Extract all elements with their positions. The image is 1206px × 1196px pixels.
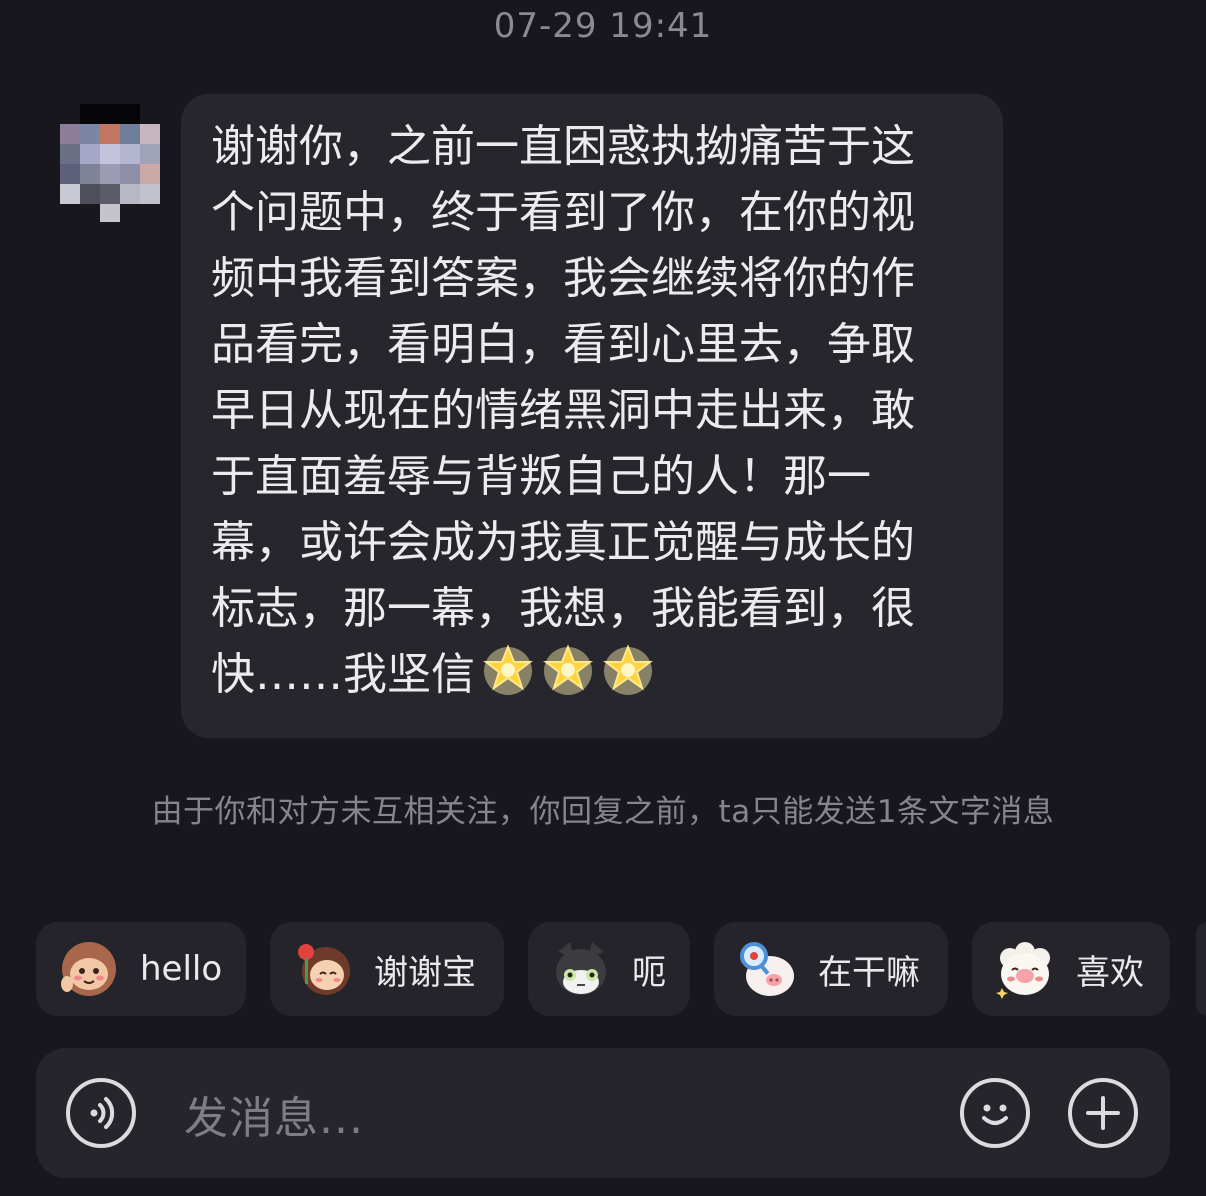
message-composer: 发消息... [36, 1048, 1170, 1178]
message-timestamp: 07-29 19:41 [493, 6, 713, 46]
message-bubble[interactable]: 谢谢你，之前一直困惑执拗痛苦于这 个问题中，终于看到了你，在你的视 频中我看到答… [181, 94, 1003, 738]
plus-icon [1086, 1096, 1120, 1130]
emoji-icon [982, 1104, 1008, 1125]
chat-screen: 07-29 19:41 谢谢你，之前一直困惑执拗痛苦于这 个问题中，终于看到了你… [0, 0, 1206, 1196]
sender-avatar[interactable] [60, 104, 160, 224]
shy-sheep-sticker-icon [996, 942, 1050, 999]
message-line: 标志，那一幕，我想，我能看到，很 [211, 583, 915, 634]
girl-with-rose-sticker-icon [298, 944, 350, 995]
magnifier-pig-sticker-icon [740, 942, 794, 996]
message-line: 幕，或许会成为我真正觉醒与成长的 [211, 517, 915, 568]
quick-reply-label: 谢谢宝 [374, 952, 476, 993]
quick-reply-label: 喜欢 [1076, 952, 1144, 993]
emoji-button[interactable] [960, 1078, 1030, 1148]
quick-reply-bar: hello 谢谢宝 呃 在干嘛 喜欢 [0, 922, 1206, 1016]
glowing-star-icon [603, 644, 653, 695]
voice-button[interactable] [66, 1078, 136, 1148]
quick-reply-label: 在干嘛 [818, 952, 920, 993]
message-line: 个问题中，终于看到了你，在你的视 [211, 187, 915, 238]
message-last-line: 快……我坚信 [211, 642, 973, 708]
quick-reply-overflow[interactable] [1196, 922, 1206, 1016]
quick-reply-whatsup[interactable]: 在干嘛 [714, 922, 948, 1016]
message-line: 品看完，看明白，看到心里去，争取 [211, 319, 915, 370]
glowing-star-icon [483, 644, 533, 695]
speechless-cat-sticker-icon [556, 942, 606, 995]
message-input[interactable]: 发消息... [184, 1082, 364, 1146]
quick-reply-hello[interactable]: hello [36, 922, 246, 1016]
quick-reply-like[interactable]: 喜欢 [972, 922, 1170, 1016]
message-line: 于直面羞辱与背叛自己的人！那一 [211, 451, 871, 502]
message-line: 谢谢你，之前一直困惑执拗痛苦于这 [211, 121, 915, 172]
plus-button[interactable] [1068, 1078, 1138, 1148]
glowing-star-icon [543, 644, 593, 695]
quick-reply-thanks[interactable]: 谢谢宝 [270, 922, 504, 1016]
message-line: 快……我坚信 [211, 649, 475, 700]
quick-reply-label: hello [140, 949, 223, 989]
waving-monkey-sticker-icon [61, 942, 116, 996]
follow-restriction-notice: 由于你和对方未互相关注，你回复之前，ta只能发送1条文字消息 [151, 794, 1055, 830]
quick-reply-label: 呃 [632, 952, 666, 993]
message-line: 频中我看到答案，我会继续将你的作 [211, 253, 915, 304]
quick-reply-uh[interactable]: 呃 [528, 922, 690, 1016]
voice-icon [90, 1097, 115, 1129]
message-line: 早日从现在的情绪黑洞中走出来，敢 [211, 385, 915, 436]
